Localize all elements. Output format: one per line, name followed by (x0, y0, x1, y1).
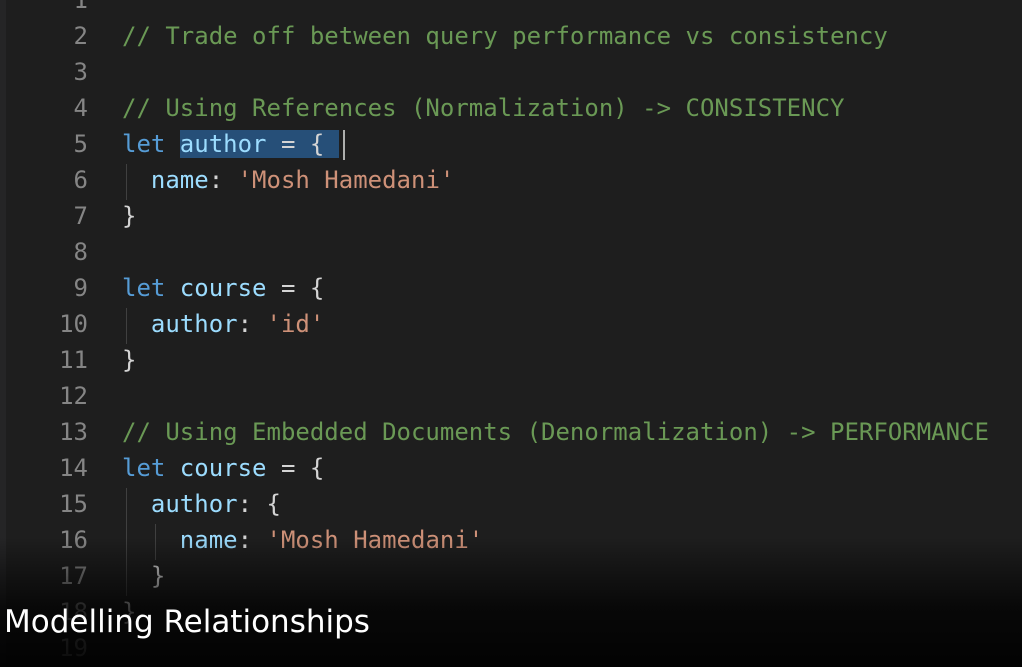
code-line[interactable]: 8 (0, 234, 1022, 270)
code-line[interactable]: 2 // Trade off between query performance … (0, 18, 1022, 54)
selected-token: author (179, 130, 267, 158)
code-line[interactable]: 3 (0, 54, 1022, 90)
code-token: } (122, 202, 137, 230)
line-number: 6 (73, 166, 88, 194)
code-token: : (208, 166, 238, 194)
code-token: // Using Embedded Documents (Denormaliza… (122, 418, 989, 446)
line-number: 11 (59, 346, 88, 374)
line-number: 9 (73, 274, 88, 302)
line-number: 3 (73, 58, 88, 86)
code-token: let (122, 454, 180, 482)
line-code: let course = { (122, 270, 324, 306)
code-line[interactable]: 17 } (0, 558, 1022, 594)
indent-guide (155, 524, 156, 560)
code-token: let (122, 274, 180, 302)
line-number: 2 (73, 22, 88, 50)
line-code: author: 'id' (122, 306, 324, 342)
indent-guide (126, 488, 127, 596)
code-line[interactable]: 13 // Using Embedded Documents (Denormali… (0, 414, 1022, 450)
code-token: = { (266, 274, 325, 302)
line-code: // Using References (Normalization) -> C… (122, 90, 844, 126)
code-line[interactable]: 4 // Using References (Normalization) -> … (0, 90, 1022, 126)
line-number: 12 (59, 382, 88, 410)
line-number: 5 (73, 130, 88, 158)
line-number: 10 (59, 310, 88, 338)
selected-token: = { (266, 130, 339, 158)
code-line[interactable]: 11} (0, 342, 1022, 378)
line-number: 13 (59, 418, 88, 446)
text-cursor (342, 130, 345, 160)
line-number: 4 (73, 94, 88, 122)
line-code: // Trade off between query performance v… (122, 18, 888, 54)
code-token: : { (237, 490, 281, 518)
code-token: name (179, 526, 238, 554)
code-token: : (237, 526, 267, 554)
code-line[interactable]: 9 let course = { (0, 270, 1022, 306)
code-line[interactable]: 15 author: { (0, 486, 1022, 522)
line-number: 14 (59, 454, 88, 482)
code-token: } (122, 562, 166, 590)
code-line[interactable]: 10 author: 'id' (0, 306, 1022, 342)
line-number: 16 (59, 526, 88, 554)
code-token: : (237, 310, 267, 338)
code-token: author (150, 310, 238, 338)
line-number: 17 (59, 562, 88, 590)
line-code: let course = { (122, 450, 324, 486)
line-code: name: 'Mosh Hamedani' (122, 522, 483, 558)
code-line[interactable]: 7} (0, 198, 1022, 234)
code-token: 'Mosh Hamedani' (237, 166, 455, 194)
code-line[interactable]: 14 let course = { (0, 450, 1022, 486)
line-code: name: 'Mosh Hamedani' (122, 162, 454, 198)
code-token: course (179, 454, 267, 482)
code-line[interactable]: 16 name: 'Mosh Hamedani' (0, 522, 1022, 558)
code-token: // Trade off between query performance v… (122, 22, 888, 50)
line-number: 1 (73, 0, 88, 14)
code-token: = { (266, 454, 325, 482)
line-code: } (122, 342, 136, 378)
code-line[interactable]: 6 name: 'Mosh Hamedani' (0, 162, 1022, 198)
line-number: 7 (73, 202, 88, 230)
line-code: // Using Embedded Documents (Denormaliza… (122, 414, 989, 450)
code-line[interactable]: 12 (0, 378, 1022, 414)
code-line[interactable]: 5 let author = { (0, 126, 1022, 162)
code-token: 'id' (266, 310, 325, 338)
indent-guide (126, 308, 127, 344)
code-token: name (150, 166, 209, 194)
code-line[interactable]: 1 (0, 0, 1022, 18)
line-code: } (122, 198, 136, 234)
line-code: } (122, 558, 165, 594)
indent-guide (126, 164, 127, 200)
line-code: let author = { (122, 126, 345, 162)
code-token: course (179, 274, 267, 302)
code-token: 'Mosh Hamedani' (266, 526, 484, 554)
code-token: author (150, 490, 238, 518)
line-code: author: { (122, 486, 281, 522)
code-token: let (122, 130, 180, 158)
code-editor[interactable]: 1 2// Trade off between query performance… (0, 0, 1022, 667)
video-caption: Modelling Relationships (4, 604, 370, 640)
line-number: 8 (73, 238, 88, 266)
code-token: } (122, 346, 137, 374)
code-token: // Using References (Normalization) -> C… (122, 94, 845, 122)
line-number: 15 (59, 490, 88, 518)
